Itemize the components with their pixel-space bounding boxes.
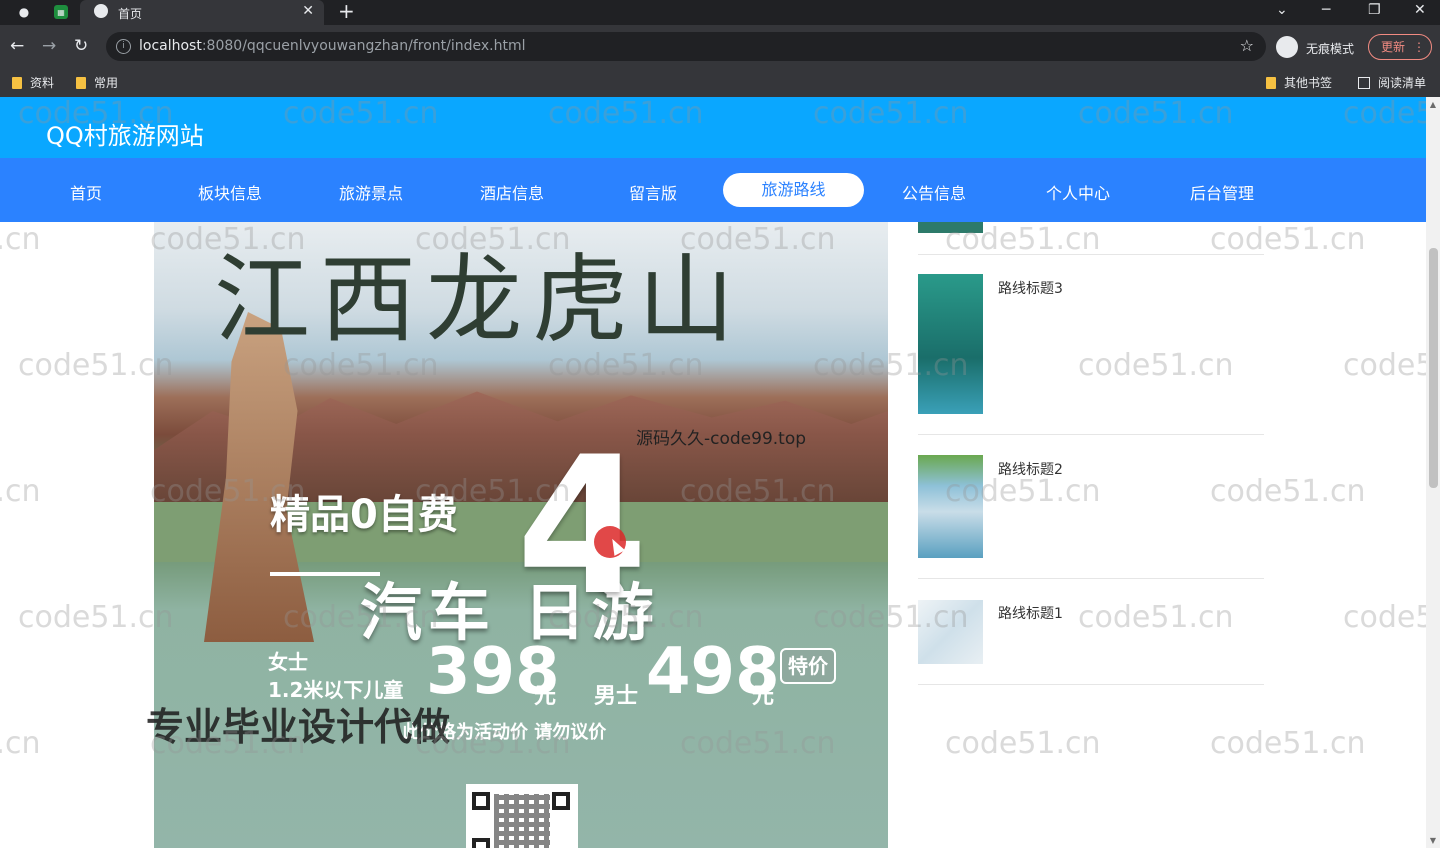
- browser-tab-home[interactable]: 首页 ✕: [80, 0, 324, 25]
- poster-unit: 元: [534, 684, 557, 709]
- code51-watermark: code51.cn: [1078, 600, 1234, 635]
- nav-routes-active[interactable]: 旅游路线: [723, 173, 864, 207]
- forward-icon[interactable]: →: [42, 36, 56, 56]
- poster-price-male-label: 男士: [594, 684, 639, 709]
- scroll-thumb[interactable]: [1429, 248, 1438, 488]
- code51-watermark: code51.cn: [0, 474, 41, 509]
- scroll-up-icon[interactable]: ▲: [1428, 100, 1438, 110]
- new-tab-button[interactable]: +: [338, 1, 355, 21]
- route-title[interactable]: 路线标题1: [998, 603, 1063, 623]
- poster-headline: 精品0自费: [270, 492, 458, 538]
- kebab-menu-icon[interactable]: ⋮: [1413, 40, 1425, 54]
- address-bar[interactable]: i localhost:8080/qqcuenlvyouwangzhan/fro…: [106, 32, 1266, 61]
- nav-attractions[interactable]: 旅游景点: [339, 180, 403, 204]
- tab-title: 首页: [118, 7, 143, 21]
- qr-code-icon: [466, 784, 578, 848]
- folder-icon: [1266, 76, 1276, 89]
- window-close-icon[interactable]: ✕: [1414, 2, 1426, 18]
- source-watermark: 源码久久-code99.top: [636, 429, 807, 449]
- code51-watermark: code51.cn: [18, 348, 174, 383]
- site-header: [0, 97, 1426, 158]
- poster-special-badge: 特价: [780, 648, 836, 684]
- divider: [918, 578, 1264, 579]
- minimize-icon[interactable]: ─: [1322, 2, 1330, 18]
- bookmark-folder-ziliao[interactable]: 资料: [12, 74, 54, 91]
- route-title[interactable]: 路线标题3: [998, 278, 1063, 298]
- nav-admin[interactable]: 后台管理: [1190, 180, 1254, 204]
- route-title[interactable]: 路线标题2: [998, 459, 1063, 479]
- code51-watermark: code51.cn: [1210, 726, 1366, 761]
- nav-hotels[interactable]: 酒店信息: [480, 180, 544, 204]
- restore-icon[interactable]: ❐: [1368, 2, 1381, 18]
- bookmark-star-icon[interactable]: ☆: [1240, 36, 1254, 55]
- bookmarks-bar: 资料 常用 其他书签 阅读清单: [0, 68, 1440, 98]
- reload-icon[interactable]: ↻: [74, 36, 88, 56]
- incognito-icon[interactable]: [1276, 36, 1298, 58]
- reading-list[interactable]: 阅读清单: [1358, 74, 1426, 91]
- divider: [918, 254, 1264, 255]
- back-icon[interactable]: ←: [10, 36, 24, 56]
- divider: [918, 684, 1264, 685]
- folder-icon: [76, 76, 86, 89]
- poster-calligraphy-title: 江西龙虎山: [214, 244, 744, 356]
- browser-tabstrip: ● ▦ 首页 ✕ + ⌄ ─ ❐ ✕: [0, 0, 1440, 25]
- poster-big-number: 4: [516, 416, 649, 637]
- nav-notices[interactable]: 公告信息: [902, 180, 966, 204]
- reading-list-icon: [1358, 76, 1370, 89]
- scroll-down-icon[interactable]: ▼: [1428, 836, 1438, 846]
- route-thumbnail[interactable]: [918, 600, 983, 664]
- other-bookmarks[interactable]: 其他书签: [1266, 74, 1332, 91]
- divider: [918, 434, 1264, 435]
- route-thumbnail[interactable]: [918, 274, 983, 414]
- incognito-label[interactable]: 无痕模式: [1306, 40, 1354, 57]
- tab-close-icon[interactable]: ✕: [302, 3, 314, 19]
- sheets-app-icon[interactable]: ▦: [54, 5, 68, 19]
- browser-toolbar: ← → ↻ i localhost:8080/qqcuenlvyouwangzh…: [0, 25, 1440, 68]
- route-poster-image[interactable]: 江西龙虎山 精品0自费 汽车 日游 4 女士 1.2米以下儿童 398 元 男士 …: [154, 222, 888, 848]
- nav-guestbook[interactable]: 留言版: [629, 180, 677, 204]
- route-thumbnail-partial[interactable]: [918, 222, 983, 233]
- url-text[interactable]: localhost:8080/qqcuenlvyouwangzhan/front…: [139, 38, 525, 54]
- folder-icon: [12, 76, 22, 89]
- code51-watermark: code51.cn: [0, 222, 41, 257]
- route-thumbnail[interactable]: [918, 455, 983, 558]
- browser-menu-icon[interactable]: ●: [16, 4, 32, 20]
- code51-watermark: code51.cn: [0, 726, 41, 761]
- nav-profile[interactable]: 个人中心: [1046, 180, 1110, 204]
- code51-watermark: code51.cn: [18, 600, 174, 635]
- poster-unit: 元: [752, 684, 775, 709]
- business-watermark: 专业毕业设计代做: [146, 705, 451, 749]
- nav-home[interactable]: 首页: [70, 180, 102, 204]
- nav-forum[interactable]: 板块信息: [198, 180, 262, 204]
- code51-watermark: code51.cn: [1210, 222, 1366, 257]
- bookmark-folder-changyong[interactable]: 常用: [76, 74, 118, 91]
- tab-search-icon[interactable]: ⌄: [1276, 2, 1288, 18]
- site-title[interactable]: QQ村旅游网站: [46, 116, 204, 151]
- update-button[interactable]: 更新 ⋮: [1368, 34, 1432, 60]
- globe-icon: [94, 4, 108, 18]
- code51-watermark: code51.cn: [1078, 348, 1234, 383]
- code51-watermark: code51.cn: [945, 726, 1101, 761]
- site-info-icon[interactable]: i: [116, 39, 131, 54]
- code51-watermark: code51.cn: [1210, 474, 1366, 509]
